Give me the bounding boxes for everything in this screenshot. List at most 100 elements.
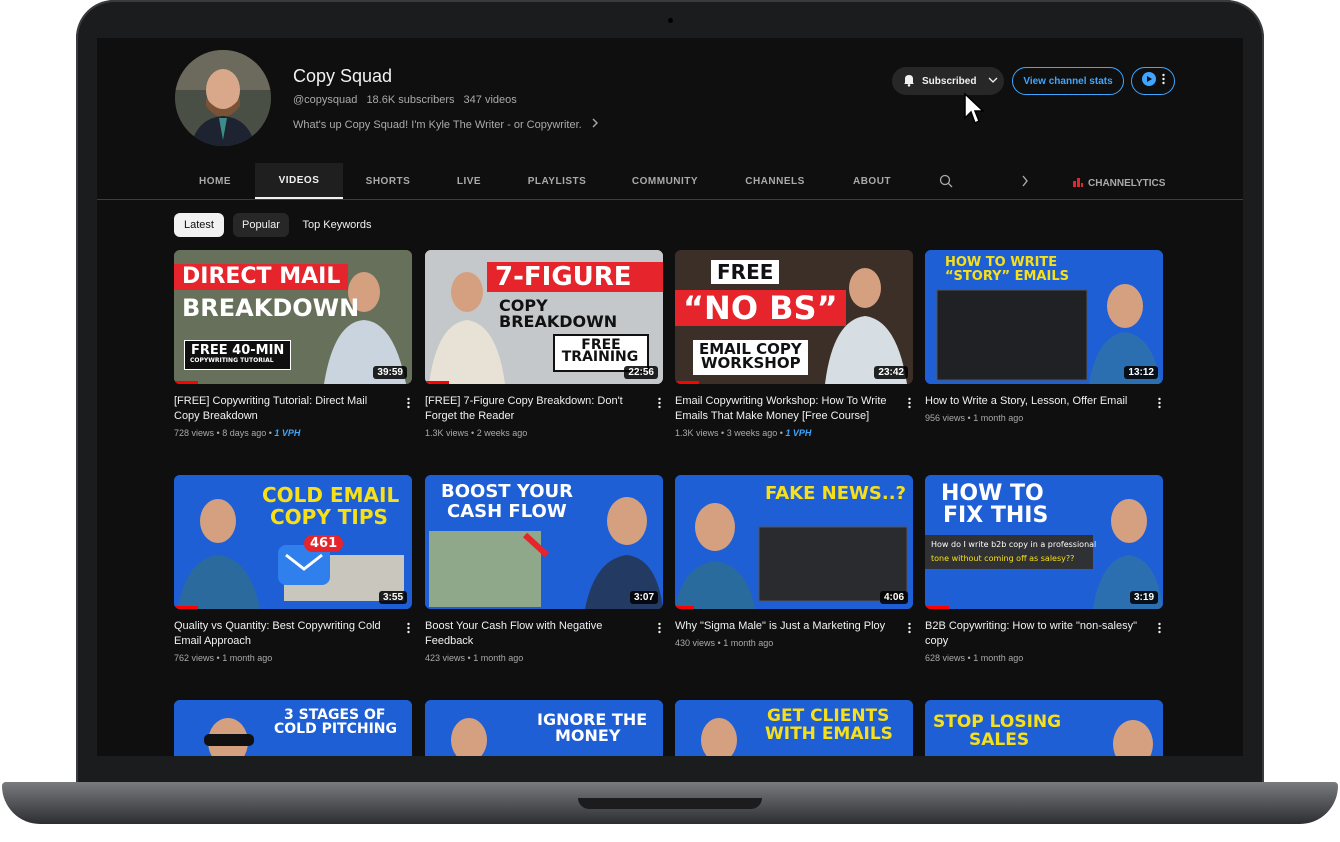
extension-button[interactable] [1131,67,1175,95]
video-card[interactable]: HOW TO WRITE “STORY” EMAILS 13:12 How to… [925,250,1163,423]
video-title[interactable]: [FREE] 7-Figure Copy Breakdown: Don't Fo… [425,394,645,424]
camera-dot [668,18,673,23]
video-thumbnail[interactable]: 3 STAGES OF COLD PITCHING [174,700,412,756]
tab-videos[interactable]: VIDEOS [255,163,343,199]
chip-popular[interactable]: Popular [233,213,289,237]
video-thumbnail[interactable]: IGNORE THE MONEY [425,700,663,756]
watch-progress-bar [425,381,449,384]
video-card[interactable]: GET CLIENTS WITH EMAILS [675,700,913,756]
video-title[interactable]: How to Write a Story, Lesson, Offer Emai… [925,394,1145,409]
laptop-notch [578,798,762,809]
video-card[interactable]: FREE “NO BS” EMAIL COPY WORKSHOP 23:42 E… [675,250,913,438]
video-card[interactable]: HOW TO FIX THIS How do I write b2b copy … [925,475,1163,663]
channel-description[interactable]: What's up Copy Squad! I'm Kyle The Write… [293,118,599,131]
more-vert-icon[interactable] [908,621,911,639]
mouse-cursor-icon [963,92,987,131]
thumbnail-headline-1: 3 STAGES OF [284,707,386,723]
video-title[interactable]: Why "Sigma Male" is Just a Marketing Plo… [675,619,895,634]
chip-latest[interactable]: Latest [174,213,224,237]
tab-home[interactable]: HOME [175,163,255,199]
video-thumbnail[interactable]: COLD EMAIL COPY TIPS 461 3:55 [174,475,412,609]
video-meta: 1.3K views • 2 weeks ago [425,428,528,438]
video-title[interactable]: [FREE] Copywriting Tutorial: Direct Mail… [174,394,394,424]
more-vert-icon[interactable] [1158,621,1161,639]
thumbnail-headline-1: COLD EMAIL [262,483,400,507]
video-thumbnail[interactable]: DIRECT MAIL BREAKDOWN FREE 40-MIN COPYWR… [174,250,412,384]
thumbnail-headline-4: WORKSHOP [701,354,801,372]
tab-live[interactable]: LIVE [433,163,505,199]
tab-channels[interactable]: CHANNELS [721,163,829,199]
chevron-right-icon[interactable] [1021,174,1029,192]
upload-age: 3 weeks ago [726,428,778,438]
video-meta: 1.3K views • 3 weeks ago • 1 VPH [675,428,812,438]
video-thumbnail[interactable]: 7-FIGURE COPY BREAKDOWN FREE TRAINING 22… [425,250,663,384]
view-count: 728 views [174,428,215,438]
upload-age: 1 month ago [473,653,524,663]
video-duration: 3:07 [629,591,658,604]
tab-community[interactable]: COMMUNITY [609,163,721,199]
video-thumbnail[interactable]: HOW TO WRITE “STORY” EMAILS 13:12 [925,250,1163,384]
more-vert-icon[interactable] [407,621,410,639]
more-vert-icon[interactable] [407,396,410,414]
view-channel-stats-button[interactable]: View channel stats [1012,67,1124,95]
upload-age: 1 month ago [973,653,1024,663]
channelytics-tab[interactable]: CHANNELYTICS [1072,176,1165,191]
more-vert-icon[interactable] [658,396,661,414]
video-title[interactable]: Email Copywriting Workshop: How To Write… [675,394,895,424]
more-vert-icon[interactable] [908,396,911,414]
channel-meta: @copysquad 18.6K subscribers 347 videos [293,94,523,106]
video-title[interactable]: Boost Your Cash Flow with Negative Feedb… [425,619,645,649]
thumbnail-headline-2: FIX THIS [943,503,1049,528]
vph-badge: 1 VPH [785,428,812,438]
tab-shorts[interactable]: SHORTS [343,163,433,199]
search-icon[interactable] [939,174,953,193]
view-count: 1.3K views [425,428,469,438]
watch-progress-bar [675,606,695,609]
watch-progress-bar [675,381,699,384]
thumbnail-caption-1: How do I write b2b copy in a professiona… [931,540,1097,549]
more-vert-icon[interactable] [1158,396,1161,414]
upload-age: 1 month ago [723,638,774,648]
video-thumbnail[interactable]: FREE “NO BS” EMAIL COPY WORKSHOP 23:42 [675,250,913,384]
watch-progress-bar [925,606,949,609]
video-thumbnail[interactable]: BOOST YOUR CASH FLOW 3:07 [425,475,663,609]
video-card[interactable]: BOOST YOUR CASH FLOW 3:07 Boost Your Cas… [425,475,663,663]
more-vert-icon[interactable] [658,621,661,639]
video-card[interactable]: COLD EMAIL COPY TIPS 461 3:55 Quality vs… [174,475,412,663]
tab-playlists[interactable]: PLAYLISTS [505,163,609,199]
video-card[interactable]: DIRECT MAIL BREAKDOWN FREE 40-MIN COPYWR… [174,250,412,438]
subscribed-button[interactable]: Subscribed [892,67,1004,95]
video-thumbnail[interactable]: FAKE NEWS..? 4:06 [675,475,913,609]
video-duration: 39:59 [373,366,407,379]
bell-icon [902,73,916,90]
upload-age: 1 month ago [222,653,273,663]
video-title[interactable]: B2B Copywriting: How to write "non-sales… [925,619,1145,649]
thumbnail-headline-1: FAKE NEWS..? [765,483,906,504]
thumbnail-headline-1: FREE [711,260,780,284]
video-thumbnail[interactable]: STOP LOSING SALES [925,700,1163,756]
thumbnail-headline-4: TRAINING [561,349,639,365]
video-card[interactable]: STOP LOSING SALES [925,700,1163,756]
thumbnail-headline-1: GET CLIENTS [767,706,890,726]
video-thumbnail[interactable]: GET CLIENTS WITH EMAILS [675,700,913,756]
video-title[interactable]: Quality vs Quantity: Best Copywriting Co… [174,619,394,649]
video-card[interactable]: FAKE NEWS..? 4:06 Why "Sigma Male" is Ju… [675,475,913,648]
video-thumbnail[interactable]: HOW TO FIX THIS How do I write b2b copy … [925,475,1163,609]
view-count: 1.3K views [675,428,719,438]
subscribed-label: Subscribed [922,75,977,87]
thumbnail-headline-2: CASH FLOW [447,501,567,522]
video-card[interactable]: IGNORE THE MONEY [425,700,663,756]
thumbnail-headline-3: FREE 40-MIN [184,340,292,370]
video-duration: 13:12 [1124,366,1158,379]
video-card[interactable]: 7-FIGURE COPY BREAKDOWN FREE TRAINING 22… [425,250,663,438]
channelytics-logo-icon [1072,176,1084,191]
chip-top-keywords[interactable]: Top Keywords [297,213,377,237]
upload-age: 1 month ago [973,413,1024,423]
video-card[interactable]: 3 STAGES OF COLD PITCHING [174,700,412,756]
tab-about[interactable]: ABOUT [829,163,915,199]
youtube-channel-page: Copy Squad @copysquad 18.6K subscribers … [97,38,1243,756]
view-count: 956 views [925,413,966,423]
video-meta: 430 views • 1 month ago [675,638,774,648]
thumbnail-headline-1: BOOST YOUR [441,481,574,502]
channel-avatar[interactable] [175,50,271,146]
